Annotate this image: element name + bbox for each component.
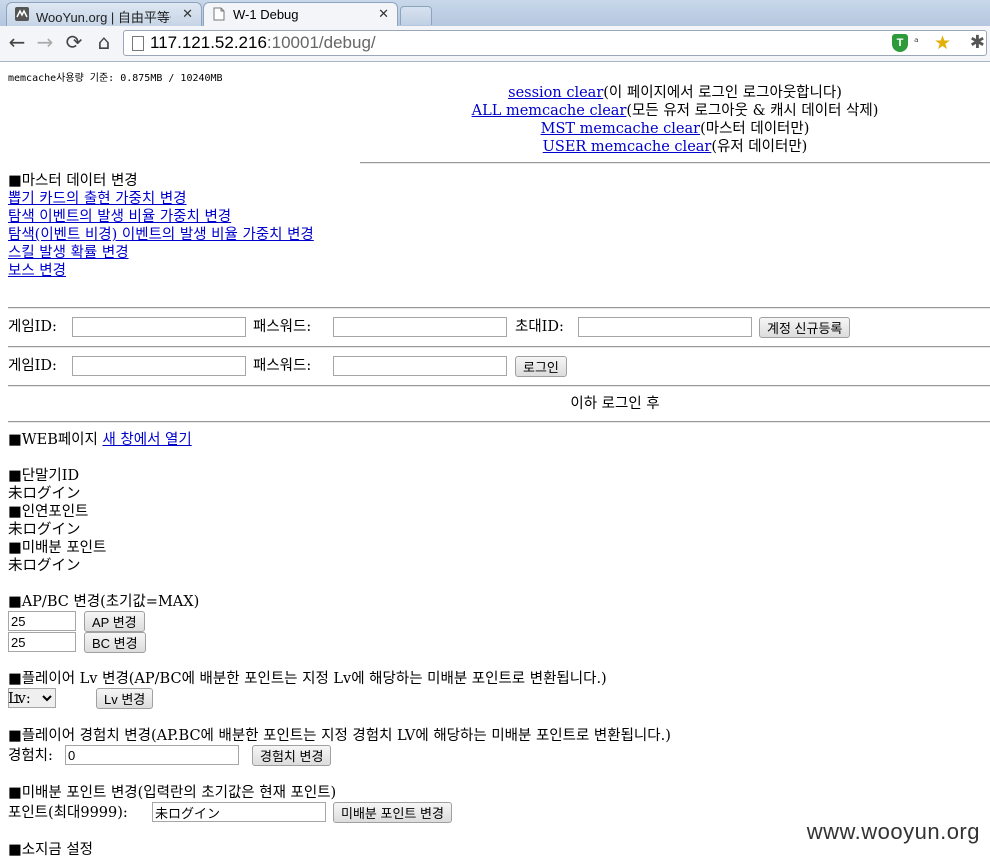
tab-strip: WooYun.org | 自由平等开 ✕ W-1 Debug ✕: [0, 0, 990, 27]
level-change-button[interactable]: Lv 변경: [96, 688, 154, 709]
unallocated-point-heading: ■미배분 포인트: [8, 540, 107, 556]
after-login-notice: 이하 로그인 후: [570, 396, 660, 412]
unalloc-row: 포인트(최대9999): 미배분 포인트 변경: [8, 802, 508, 824]
clear-links: session clear(이 페이지에서 로그인 로그아웃합니다) ALL m…: [360, 84, 990, 156]
memcache-usage: memcache사용량 기준: 0.875MB / 10240MB: [8, 73, 223, 84]
invite-id-input[interactable]: [578, 317, 752, 337]
user-memcache-clear-row: USER memcache clear(유저 데이터만): [542, 139, 808, 155]
address-bar[interactable]: 117.121.52.216:10001/debug/ T ᵃ ★: [123, 30, 987, 56]
divider: [8, 385, 990, 387]
user-memcache-clear-link[interactable]: USER memcache clear: [543, 139, 712, 155]
reload-icon[interactable]: ⟳: [63, 31, 85, 53]
register-password-input[interactable]: [333, 317, 507, 337]
bc-change-button[interactable]: BC 변경: [84, 632, 146, 653]
mst-memcache-clear-row: MST memcache clear(마스터 데이터만): [540, 121, 810, 137]
register-form: 게임ID: 패스워드: 초대ID: 계정 신규등록: [8, 317, 990, 339]
open-new-window-link[interactable]: 새 창에서 열기: [102, 432, 191, 448]
money-heading: ■소지금 설정: [8, 842, 94, 858]
status-section: ■단말기ID 未ログイン ■인연포인트 未ログイン ■미배분 포인트 未ログイン: [8, 467, 106, 575]
login-password-label: 패스워드:: [253, 358, 312, 374]
divider: [8, 421, 990, 423]
back-arrow-icon[interactable]: ←: [6, 31, 28, 53]
tab-close-icon[interactable]: ✕: [378, 6, 389, 22]
login-id-label: 게임ID:: [8, 358, 57, 374]
tab-close-icon[interactable]: ✕: [182, 6, 193, 22]
home-icon[interactable]: ⌂: [93, 31, 115, 53]
new-tab-button[interactable]: [400, 6, 432, 25]
boss-change-link[interactable]: 보스 변경: [8, 263, 66, 279]
skill-probability-link[interactable]: 스킬 발생 확률 변경: [8, 245, 129, 261]
web-page-label: ■WEB페이지: [8, 432, 103, 448]
explore-event-weight-link[interactable]: 탐색 이벤트의 발생 비율 가중치 변경: [8, 209, 231, 225]
tab-w1-debug[interactable]: W-1 Debug ✕: [203, 2, 398, 27]
exp-heading-row: ■플레이어 경험치 변경(AP.BC에 배분한 포인트는 지정 경험치 LV에 …: [8, 727, 671, 745]
divider: [8, 307, 990, 309]
tab-title: W-1 Debug: [233, 7, 299, 22]
all-memcache-clear-link[interactable]: ALL memcache clear: [472, 103, 627, 119]
explore-secret-event-weight-link[interactable]: 탐색(이벤트 비경) 이벤트의 발생 비율 가중치 변경: [8, 227, 314, 243]
web-page-row: ■WEB페이지 새 창에서 열기: [8, 431, 192, 449]
exp-change-button[interactable]: 경험치 변경: [252, 745, 332, 766]
unalloc-label: 포인트(최대9999):: [8, 805, 128, 821]
exp-label: 경험치:: [8, 748, 53, 764]
tab-wooyun[interactable]: WooYun.org | 自由平等开 ✕: [6, 2, 202, 26]
money-heading-row: ■소지금 설정: [8, 841, 93, 859]
level-label: Lv:: [8, 691, 31, 707]
bc-input[interactable]: [8, 632, 76, 652]
ap-change-button[interactable]: AP 변경: [84, 611, 145, 632]
gacha-weight-link[interactable]: 뽑기 카드의 출현 가중치 변경: [8, 191, 187, 207]
all-memcache-clear-row: ALL memcache clear(모든 유저 로그아웃 & 캐시 데이터 삭…: [471, 103, 879, 119]
wrench-icon[interactable]: ✱: [970, 32, 985, 53]
forward-arrow-icon[interactable]: →: [34, 31, 56, 53]
register-account-button[interactable]: 계정 신규등록: [759, 317, 851, 338]
level-heading: ■플레이어 Lv 변경(AP/BC에 배분한 포인트는 지정 Lv에 해당하는 …: [8, 671, 607, 687]
watermark: www.wooyun.org: [806, 819, 980, 844]
translate-icon[interactable]: ᵃ: [914, 35, 919, 49]
exp-input[interactable]: [65, 745, 239, 765]
page-content: memcache사용량 기준: 0.875MB / 10240MB sessio…: [0, 62, 990, 860]
level-heading-row: ■플레이어 Lv 변경(AP/BC에 배분한 포인트는 지정 Lv에 해당하는 …: [8, 670, 607, 688]
invite-id-label: 초대ID:: [515, 319, 564, 335]
register-id-label: 게임ID:: [8, 319, 57, 335]
level-row: Lv: 1 Lv 변경: [8, 688, 308, 710]
bc-row: BC 변경: [8, 632, 308, 654]
session-clear-link[interactable]: session clear: [508, 85, 603, 101]
unalloc-input[interactable]: [152, 802, 326, 822]
divider: [360, 162, 990, 164]
unalloc-heading: ■미배분 포인트 변경(입력란의 초기값은 현재 포인트): [8, 785, 337, 801]
wooyun-favicon-icon: [15, 7, 29, 21]
unalloc-change-button[interactable]: 미배분 포인트 변경: [333, 802, 452, 823]
login-form: 게임ID: 패스워드: 로그인: [8, 356, 990, 378]
divider: [8, 346, 990, 348]
tab-title: WooYun.org | 自由平等开: [36, 10, 171, 25]
browser-toolbar: ← → ⟳ ⌂ 117.121.52.216:10001/debug/ T ᵃ …: [0, 26, 990, 62]
url-text[interactable]: 117.121.52.216:10001/debug/: [150, 33, 376, 53]
apbc-heading-row: ■AP/BC 변경(초기값=MAX): [8, 593, 199, 611]
register-id-input[interactable]: [72, 317, 246, 337]
shield-extension-icon[interactable]: T: [892, 34, 908, 52]
page-favicon-icon: [212, 7, 226, 21]
master-data-section: ■마스터 데이터 변경 뽑기 카드의 출현 가중치 변경 탐색 이벤트의 발생 …: [8, 172, 314, 280]
login-password-input[interactable]: [333, 356, 507, 376]
bond-point-heading: ■인연포인트: [8, 504, 89, 520]
bookmark-star-icon[interactable]: ★: [934, 32, 951, 54]
unallocated-point-value: 未ログイン: [8, 558, 81, 574]
device-id-heading: ■단말기ID: [8, 468, 80, 484]
exp-row: 경험치: 경험치 변경: [8, 745, 408, 767]
apbc-heading: ■AP/BC 변경(초기값=MAX): [8, 594, 200, 610]
mst-memcache-clear-link[interactable]: MST memcache clear: [541, 121, 700, 137]
master-heading: ■마스터 데이터 변경: [8, 173, 138, 189]
register-password-label: 패스워드:: [253, 319, 312, 335]
login-button[interactable]: 로그인: [515, 356, 567, 377]
unalloc-heading-row: ■미배분 포인트 변경(입력란의 초기값은 현재 포인트): [8, 784, 336, 802]
page-icon: [132, 36, 144, 51]
device-id-value: 未ログイン: [8, 486, 81, 502]
login-id-input[interactable]: [72, 356, 246, 376]
ap-row: AP 변경: [8, 611, 308, 633]
exp-heading: ■플레이어 경험치 변경(AP.BC에 배분한 포인트는 지정 경험치 LV에 …: [8, 728, 671, 744]
session-clear-row: session clear(이 페이지에서 로그인 로그아웃합니다): [508, 85, 842, 101]
ap-input[interactable]: [8, 611, 76, 631]
bond-point-value: 未ログイン: [8, 522, 81, 538]
